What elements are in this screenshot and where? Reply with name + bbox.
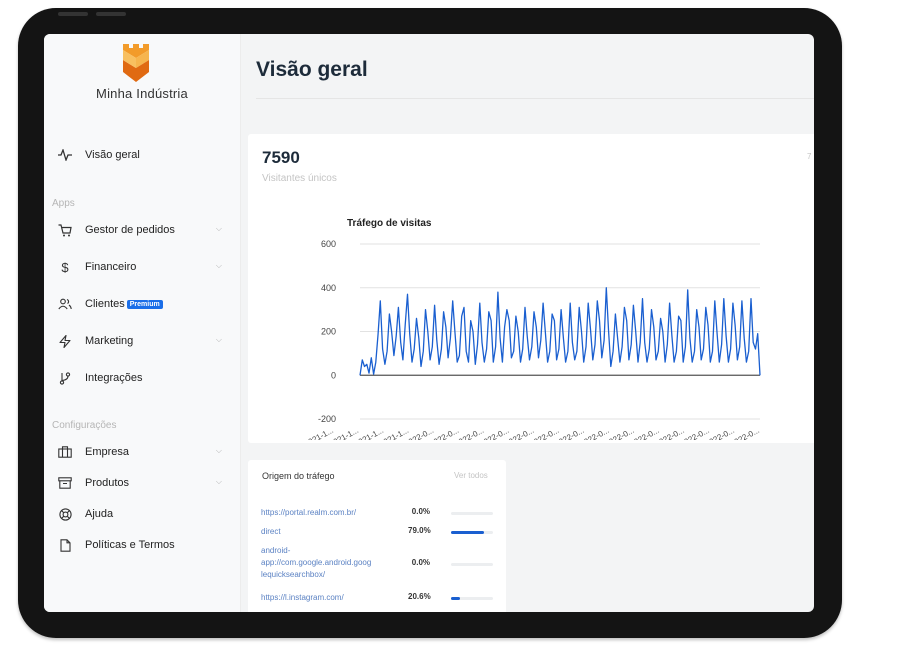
- activity-icon: [54, 147, 76, 163]
- users-icon: [54, 296, 76, 312]
- traffic-source-percent: 20.6%: [408, 592, 431, 601]
- y-tick-label: -200: [318, 414, 336, 424]
- sidebar-item-label: Integrações: [85, 372, 143, 384]
- sidebar-item-company[interactable]: Empresa ⌵: [54, 441, 234, 463]
- sidebar-item-label: Financeiro: [85, 261, 137, 273]
- y-tick-label: 400: [321, 283, 336, 293]
- chevron-down-icon[interactable]: ⌵: [216, 477, 222, 487]
- traffic-line-chart: Tráfego de visitas 600 400 200 0 -200 2021-1..…: [303, 218, 761, 440]
- lifebuoy-icon: [54, 506, 76, 522]
- lightning-icon: [54, 333, 76, 349]
- chart-title: Tráfego de visitas: [347, 218, 432, 229]
- sidebar-item-marketing[interactable]: Marketing ⌵: [54, 330, 234, 352]
- y-tick-label: 0: [331, 370, 336, 380]
- traffic-share-bar: [451, 531, 493, 534]
- url-line: lequicksearchbox/: [261, 570, 326, 579]
- traffic-source-url[interactable]: direct: [261, 526, 281, 538]
- app-screen: Minha Indústria Visão geral Apps Gestor …: [44, 34, 814, 612]
- sidebar-item-label: Clientes: [85, 298, 125, 310]
- traffic-share-bar: [451, 597, 493, 600]
- url-line: app://com.google.android.goog: [261, 558, 372, 567]
- traffic-share-fill: [451, 597, 460, 600]
- sidebar-item-products[interactable]: Produtos ⌵: [54, 472, 234, 494]
- sidebar-item-label: Empresa: [85, 446, 130, 458]
- sidebar: Minha Indústria Visão geral Apps Gestor …: [44, 34, 241, 612]
- archive-icon: [54, 475, 76, 491]
- dollar-icon: $: [61, 259, 69, 275]
- page-title: Visão geral: [256, 58, 368, 81]
- sidebar-item-label: Ajuda: [85, 508, 114, 520]
- view-all-link[interactable]: Ver todos: [454, 471, 488, 480]
- sidebar-item-finance[interactable]: $ Financeiro ⌵: [54, 256, 234, 278]
- traffic-share-bar: [451, 512, 493, 515]
- tablet-button: [58, 12, 88, 16]
- traffic-source-url[interactable]: https://l.instagram.com/: [261, 592, 344, 604]
- chevron-down-icon[interactable]: ⌵: [216, 446, 222, 456]
- premium-badge: Premium: [126, 299, 163, 309]
- sidebar-item-policies[interactable]: Políticas e Termos: [54, 534, 234, 556]
- castle-logo-icon: [123, 44, 149, 82]
- chevron-down-icon[interactable]: ⌵: [216, 224, 222, 234]
- sidebar-item-integrations[interactable]: Integrações: [54, 367, 234, 389]
- sidebar-item-label: Produtos: [85, 477, 130, 489]
- cart-icon: [54, 222, 76, 238]
- traffic-source-url[interactable]: android- app://com.google.android.goog l…: [261, 545, 371, 581]
- unique-visitors-value: 7590: [262, 148, 300, 167]
- sidebar-item-clients[interactable]: Clientes Premium: [54, 293, 234, 315]
- traffic-source-percent: 0.0%: [411, 558, 430, 567]
- sidebar-item-help[interactable]: Ajuda: [54, 503, 234, 525]
- traffic-source-percent: 79.0%: [408, 526, 431, 535]
- chevron-down-icon[interactable]: ⌵: [216, 261, 222, 271]
- y-tick-label: 200: [321, 327, 336, 337]
- traffic-share-bar: [451, 563, 493, 566]
- file-icon: [54, 537, 76, 553]
- section-label-apps: Apps: [52, 198, 75, 209]
- sidebar-item-label: Políticas e Termos: [85, 539, 175, 551]
- sidebar-item-orders[interactable]: Gestor de pedidos ⌵: [54, 219, 234, 241]
- brand-name: Minha Indústria: [96, 86, 188, 101]
- tablet-button: [96, 12, 126, 16]
- unique-visitors-label: Visitantes únicos: [262, 173, 337, 184]
- section-label-config: Configurações: [52, 420, 117, 431]
- x-tick-label: 2021-1...: [303, 426, 335, 440]
- sidebar-item-overview[interactable]: Visão geral: [54, 144, 234, 166]
- traffic-source-percent: 0.0%: [411, 507, 430, 516]
- sidebar-item-label: Visão geral: [85, 149, 140, 161]
- url-line: android-: [261, 546, 291, 555]
- traffic-source-card: [248, 460, 506, 612]
- y-tick-label: 600: [321, 239, 336, 249]
- traffic-source-title: Origem do tráfego: [262, 471, 335, 481]
- traffic-share-fill: [451, 531, 485, 534]
- stat-edge-fragment: 7: [807, 152, 812, 161]
- chevron-down-icon[interactable]: ⌵: [216, 335, 222, 345]
- title-divider: [256, 98, 814, 99]
- traffic-source-url[interactable]: https://portal.realm.com.br/: [261, 507, 356, 519]
- sidebar-item-label: Gestor de pedidos: [85, 224, 175, 236]
- briefcase-icon: [54, 444, 76, 460]
- sidebar-item-label: Marketing: [85, 335, 134, 347]
- git-branch-icon: [54, 370, 76, 386]
